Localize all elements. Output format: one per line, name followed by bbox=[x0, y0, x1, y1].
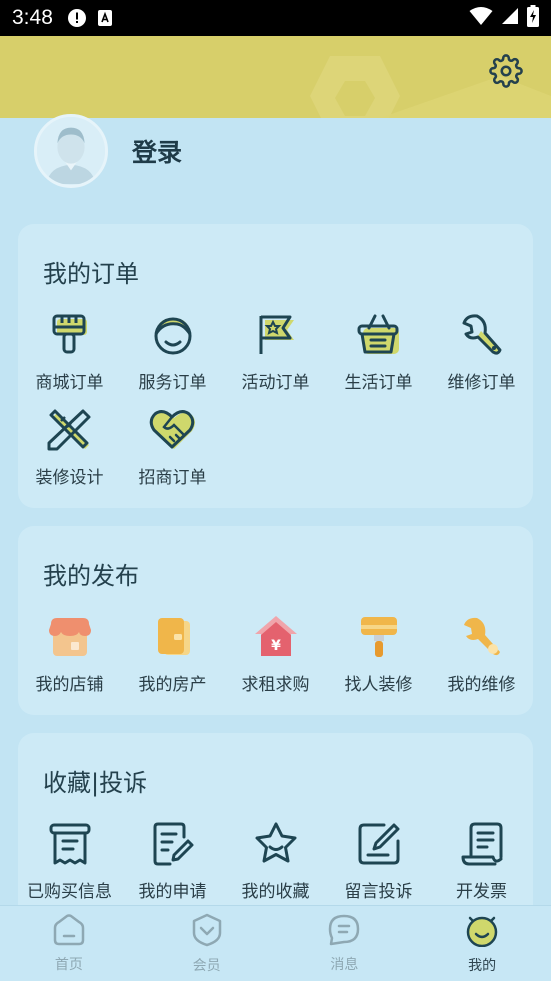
fav-item-label: 我的收藏 bbox=[241, 882, 310, 902]
header-decoration bbox=[310, 56, 551, 118]
house-yen-icon: ¥ bbox=[251, 612, 301, 662]
order-item-label: 生活订单 bbox=[344, 373, 413, 393]
fav-item-purchased-info[interactable]: 已购买信息 bbox=[18, 819, 121, 902]
publish-item-label: 找人装修 bbox=[344, 675, 413, 695]
order-item-label: 商城订单 bbox=[35, 373, 104, 393]
tab-label: 首页 bbox=[54, 956, 83, 973]
receipt-icon bbox=[45, 819, 95, 869]
order-item-label: 装修设计 bbox=[35, 468, 104, 488]
publish-item-find-decorator[interactable]: 找人装修 bbox=[327, 612, 430, 695]
home-icon bbox=[52, 913, 86, 950]
edit-document-icon bbox=[148, 819, 198, 869]
tab-label: 我的 bbox=[468, 957, 497, 974]
default-avatar-icon bbox=[37, 117, 105, 184]
member-shield-icon bbox=[190, 913, 224, 951]
wifi-icon bbox=[469, 6, 493, 30]
publish-item-repair[interactable]: 我的维修 bbox=[430, 612, 533, 695]
order-item-investment[interactable]: 招商订单 bbox=[121, 405, 224, 488]
order-item-label: 活动订单 bbox=[241, 373, 310, 393]
fav-item-label: 我的申请 bbox=[138, 882, 207, 902]
order-item-decoration-design[interactable]: 装修设计 bbox=[18, 405, 121, 488]
ruler-pencil-icon bbox=[45, 405, 95, 455]
order-item-label: 招商订单 bbox=[138, 468, 207, 488]
orders-card: 我的订单 商城订单 服务订单 活动订单 生活订单 维修订单 装修设计 招商订单 bbox=[18, 224, 533, 508]
publish-title: 我的发布 bbox=[43, 562, 139, 590]
tab-home[interactable]: 首页 bbox=[0, 906, 138, 981]
status-time: 3:48 bbox=[12, 6, 53, 29]
fav-item-message-complaint[interactable]: 留言投诉 bbox=[327, 819, 430, 902]
bottom-tab-bar: 首页 会员 消息 我的 bbox=[0, 905, 551, 981]
fav-item-my-applications[interactable]: 我的申请 bbox=[121, 819, 224, 902]
order-item-mall[interactable]: 商城订单 bbox=[18, 310, 121, 393]
publish-item-property[interactable]: 我的房产 bbox=[121, 612, 224, 695]
battery-icon bbox=[527, 5, 539, 31]
signal-icon bbox=[501, 7, 519, 29]
status-bar: 3:48 bbox=[0, 0, 551, 36]
orders-title: 我的订单 bbox=[43, 260, 139, 288]
alert-icon bbox=[67, 8, 87, 28]
tab-label: 会员 bbox=[192, 957, 221, 974]
order-item-activity[interactable]: 活动订单 bbox=[224, 310, 327, 393]
order-item-label: 维修订单 bbox=[447, 373, 516, 393]
tab-mine[interactable]: 我的 bbox=[413, 906, 551, 981]
login-link[interactable]: 登录 bbox=[132, 133, 182, 169]
publish-card: 我的发布 我的店铺 我的房产 ¥ 求租求购 找人装修 我的维修 bbox=[18, 526, 533, 715]
wallet-icon bbox=[148, 612, 198, 662]
shop-icon bbox=[45, 612, 95, 662]
star-icon bbox=[251, 819, 301, 869]
publish-item-rent-buy[interactable]: ¥ 求租求购 bbox=[224, 612, 327, 695]
svg-text:¥: ¥ bbox=[271, 638, 281, 654]
settings-gear-icon[interactable] bbox=[489, 54, 523, 88]
keyboard-a-icon bbox=[97, 9, 113, 27]
handshake-heart-icon bbox=[148, 405, 198, 455]
wrench-icon bbox=[457, 310, 507, 360]
order-item-service[interactable]: 服务订单 bbox=[121, 310, 224, 393]
fav-item-invoice[interactable]: 开发票 bbox=[430, 819, 533, 902]
tab-label: 消息 bbox=[330, 956, 359, 973]
fav-item-label: 开发票 bbox=[456, 882, 507, 902]
fav-item-label: 留言投诉 bbox=[344, 882, 413, 902]
tab-member[interactable]: 会员 bbox=[138, 906, 276, 981]
invoice-scroll-icon bbox=[457, 819, 507, 869]
person-face-icon bbox=[148, 310, 198, 360]
publish-item-label: 我的店铺 bbox=[35, 675, 104, 695]
tab-messages[interactable]: 消息 bbox=[276, 906, 414, 981]
smiley-face-icon bbox=[465, 913, 499, 951]
message-icon bbox=[327, 914, 361, 950]
profile-header: 登录 bbox=[34, 114, 182, 188]
brush-icon bbox=[45, 310, 95, 360]
favorites-title: 收藏|投诉 bbox=[43, 769, 148, 797]
flag-icon bbox=[251, 310, 301, 360]
basket-icon bbox=[354, 310, 404, 360]
avatar[interactable] bbox=[34, 114, 108, 188]
paint-roller-icon bbox=[354, 612, 404, 662]
publish-item-label: 求租求购 bbox=[241, 675, 310, 695]
publish-item-shop[interactable]: 我的店铺 bbox=[18, 612, 121, 695]
wrench-icon bbox=[457, 612, 507, 662]
order-item-label: 服务订单 bbox=[138, 373, 207, 393]
header-banner bbox=[0, 36, 551, 118]
fav-item-label: 已购买信息 bbox=[27, 882, 112, 902]
profile-screen: 登录 我的订单 商城订单 服务订单 活动订单 生活订单 维修订单 装修设计 招商… bbox=[0, 36, 551, 981]
fav-item-my-favorites[interactable]: 我的收藏 bbox=[224, 819, 327, 902]
order-item-repair[interactable]: 维修订单 bbox=[430, 310, 533, 393]
publish-item-label: 我的维修 bbox=[447, 675, 516, 695]
edit-square-icon bbox=[354, 819, 404, 869]
publish-item-label: 我的房产 bbox=[138, 675, 207, 695]
order-item-life[interactable]: 生活订单 bbox=[327, 310, 430, 393]
